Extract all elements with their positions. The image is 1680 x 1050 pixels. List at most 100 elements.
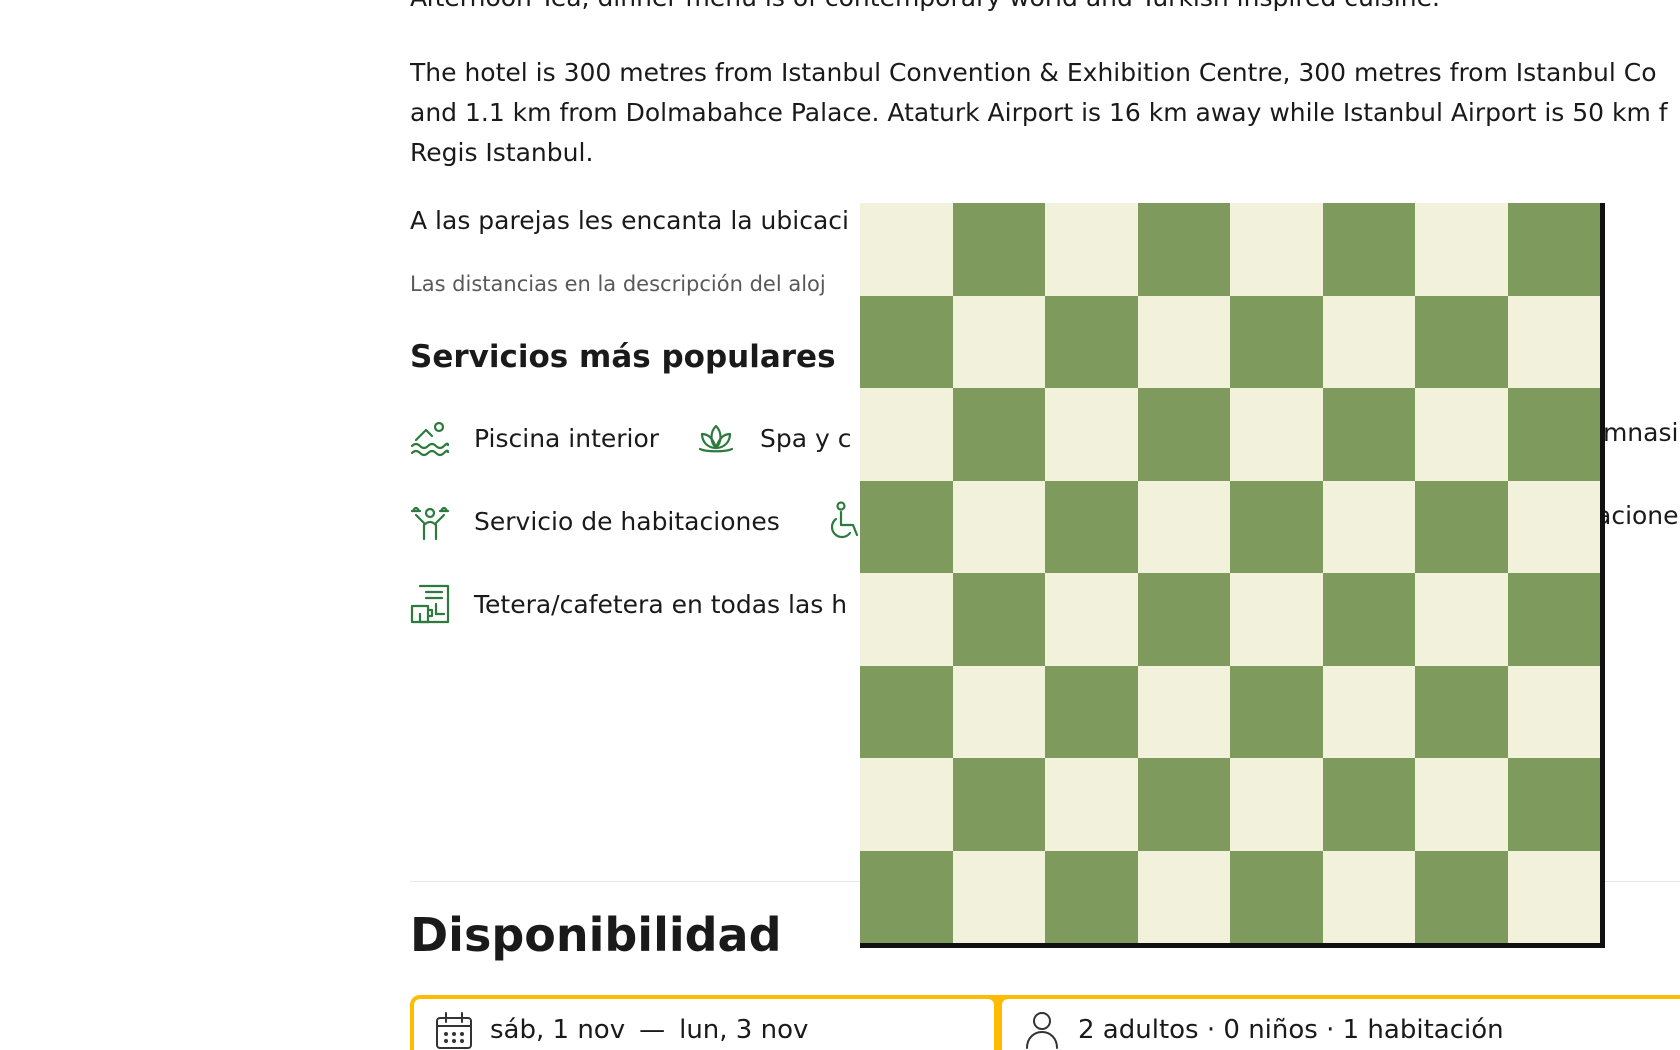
facility-indoor-pool: Piscina interior <box>410 418 659 458</box>
board-square[interactable] <box>1507 573 1600 666</box>
board-square[interactable] <box>860 758 953 851</box>
board-square[interactable] <box>860 203 953 296</box>
board-square[interactable] <box>1415 480 1508 573</box>
board-square[interactable] <box>1230 758 1323 851</box>
board-square[interactable] <box>1322 203 1415 296</box>
board-square[interactable] <box>952 573 1045 666</box>
description-line: Regis Istanbul. <box>410 138 594 167</box>
board-square[interactable] <box>1045 758 1138 851</box>
description-paragraph-top: Afternoon Tea, dinner menu is of contemp… <box>410 0 1680 18</box>
date-separator: — <box>639 1015 666 1045</box>
board-square[interactable] <box>952 480 1045 573</box>
board-square[interactable] <box>860 388 953 481</box>
board-square[interactable] <box>1415 203 1508 296</box>
board-square[interactable] <box>1507 480 1600 573</box>
facility-gym: imnasi <box>1596 418 1678 447</box>
board-square[interactable] <box>860 480 953 573</box>
guests-field[interactable]: 2 adultos · 0 niños · 1 habitación <box>1002 999 1680 1050</box>
facility-room-service: Servicio de habitaciones <box>410 501 780 541</box>
facility-label: acione <box>1596 501 1679 530</box>
board-square[interactable] <box>1045 295 1138 388</box>
board-square[interactable] <box>1137 203 1230 296</box>
board-square[interactable] <box>1322 665 1415 758</box>
calendar-icon <box>436 1012 472 1049</box>
board-square[interactable] <box>1322 295 1415 388</box>
board-square[interactable] <box>1415 758 1508 851</box>
board-square[interactable] <box>1322 480 1415 573</box>
facility-label: Piscina interior <box>474 423 660 453</box>
board-square[interactable] <box>1045 388 1138 481</box>
board-square[interactable] <box>1322 758 1415 851</box>
facility-label: Tetera/cafetera en todas las h <box>474 589 848 619</box>
board-square[interactable] <box>860 573 953 666</box>
guests-summary: 2 adultos · 0 niños · 1 habitación <box>1078 1015 1504 1045</box>
board-square[interactable] <box>1322 388 1415 481</box>
board-square[interactable] <box>1415 388 1508 481</box>
board-square[interactable] <box>1230 295 1323 388</box>
popular-facilities-title: Servicios más populares <box>410 339 836 375</box>
chessboard-overlay[interactable] <box>860 203 1605 948</box>
board-square[interactable] <box>1137 573 1230 666</box>
check-out-date: lun, 3 nov <box>679 1015 809 1045</box>
check-in-date: sáb, 1 nov <box>490 1015 626 1045</box>
facility-label: imnasi <box>1596 418 1679 447</box>
board-square[interactable] <box>1230 480 1323 573</box>
spa-lotus-icon <box>698 424 734 453</box>
board-square[interactable] <box>1137 665 1230 758</box>
board-square[interactable] <box>1137 295 1230 388</box>
board-square[interactable] <box>1045 850 1138 943</box>
hotel-page: Afternoon Tea, dinner menu is of contemp… <box>0 0 1680 1050</box>
board-square[interactable] <box>952 388 1045 481</box>
board-square[interactable] <box>860 665 953 758</box>
board-square[interactable] <box>1230 850 1323 943</box>
board-square[interactable] <box>1507 758 1600 851</box>
person-icon <box>1026 1012 1058 1049</box>
board-square[interactable] <box>1230 203 1323 296</box>
board-square[interactable] <box>1415 573 1508 666</box>
board-square[interactable] <box>1230 388 1323 481</box>
board-square[interactable] <box>860 295 953 388</box>
board-square[interactable] <box>1415 665 1508 758</box>
board-square[interactable] <box>1507 665 1600 758</box>
facility-label: Servicio de habitaciones <box>474 506 780 536</box>
availability-title: Disponibilidad <box>410 908 782 962</box>
room-service-icon <box>410 506 450 541</box>
facility-label: Spa y c <box>760 423 852 453</box>
board-square[interactable] <box>1137 388 1230 481</box>
board-square[interactable] <box>952 758 1045 851</box>
board-square[interactable] <box>1507 203 1600 296</box>
kettle-icon <box>410 584 450 624</box>
swimming-pool-icon <box>410 421 450 457</box>
availability-search-bar: sáb, 1 nov — lun, 3 nov 2 adultos · 0 ni… <box>410 995 1680 1050</box>
facility-kettle: Tetera/cafetera en todas las h <box>410 584 847 624</box>
board-square[interactable] <box>952 850 1045 943</box>
board-square[interactable] <box>1507 295 1600 388</box>
board-square[interactable] <box>1137 850 1230 943</box>
board-square[interactable] <box>1230 573 1323 666</box>
board-square[interactable] <box>1045 573 1138 666</box>
board-square[interactable] <box>860 850 953 943</box>
board-square[interactable] <box>1415 850 1508 943</box>
board-square[interactable] <box>1507 850 1600 943</box>
board-square[interactable] <box>1045 665 1138 758</box>
board-square[interactable] <box>952 665 1045 758</box>
board-square[interactable] <box>1415 295 1508 388</box>
board-square[interactable] <box>1137 758 1230 851</box>
board-square[interactable] <box>1137 480 1230 573</box>
facility-spa: Spa y c <box>696 418 852 458</box>
facility-rooms: acione <box>1596 501 1679 530</box>
board-square[interactable] <box>1507 388 1600 481</box>
board-square[interactable] <box>1045 203 1138 296</box>
board-square[interactable] <box>1045 480 1138 573</box>
chessboard[interactable] <box>860 203 1600 943</box>
board-square[interactable] <box>952 295 1045 388</box>
board-square[interactable] <box>1230 665 1323 758</box>
board-square[interactable] <box>1322 573 1415 666</box>
description-paragraph-location: The hotel is 300 metres from Istanbul Co… <box>410 53 1680 173</box>
distance-note: Las distancias en la descripción del alo… <box>410 272 826 296</box>
board-square[interactable] <box>952 203 1045 296</box>
board-square[interactable] <box>1322 850 1415 943</box>
description-line: The hotel is 300 metres from Istanbul Co… <box>410 58 1657 87</box>
description-line: and 1.1 km from Dolmabahce Palace. Atatu… <box>410 98 1668 127</box>
date-picker-field[interactable]: sáb, 1 nov — lun, 3 nov <box>414 999 994 1050</box>
